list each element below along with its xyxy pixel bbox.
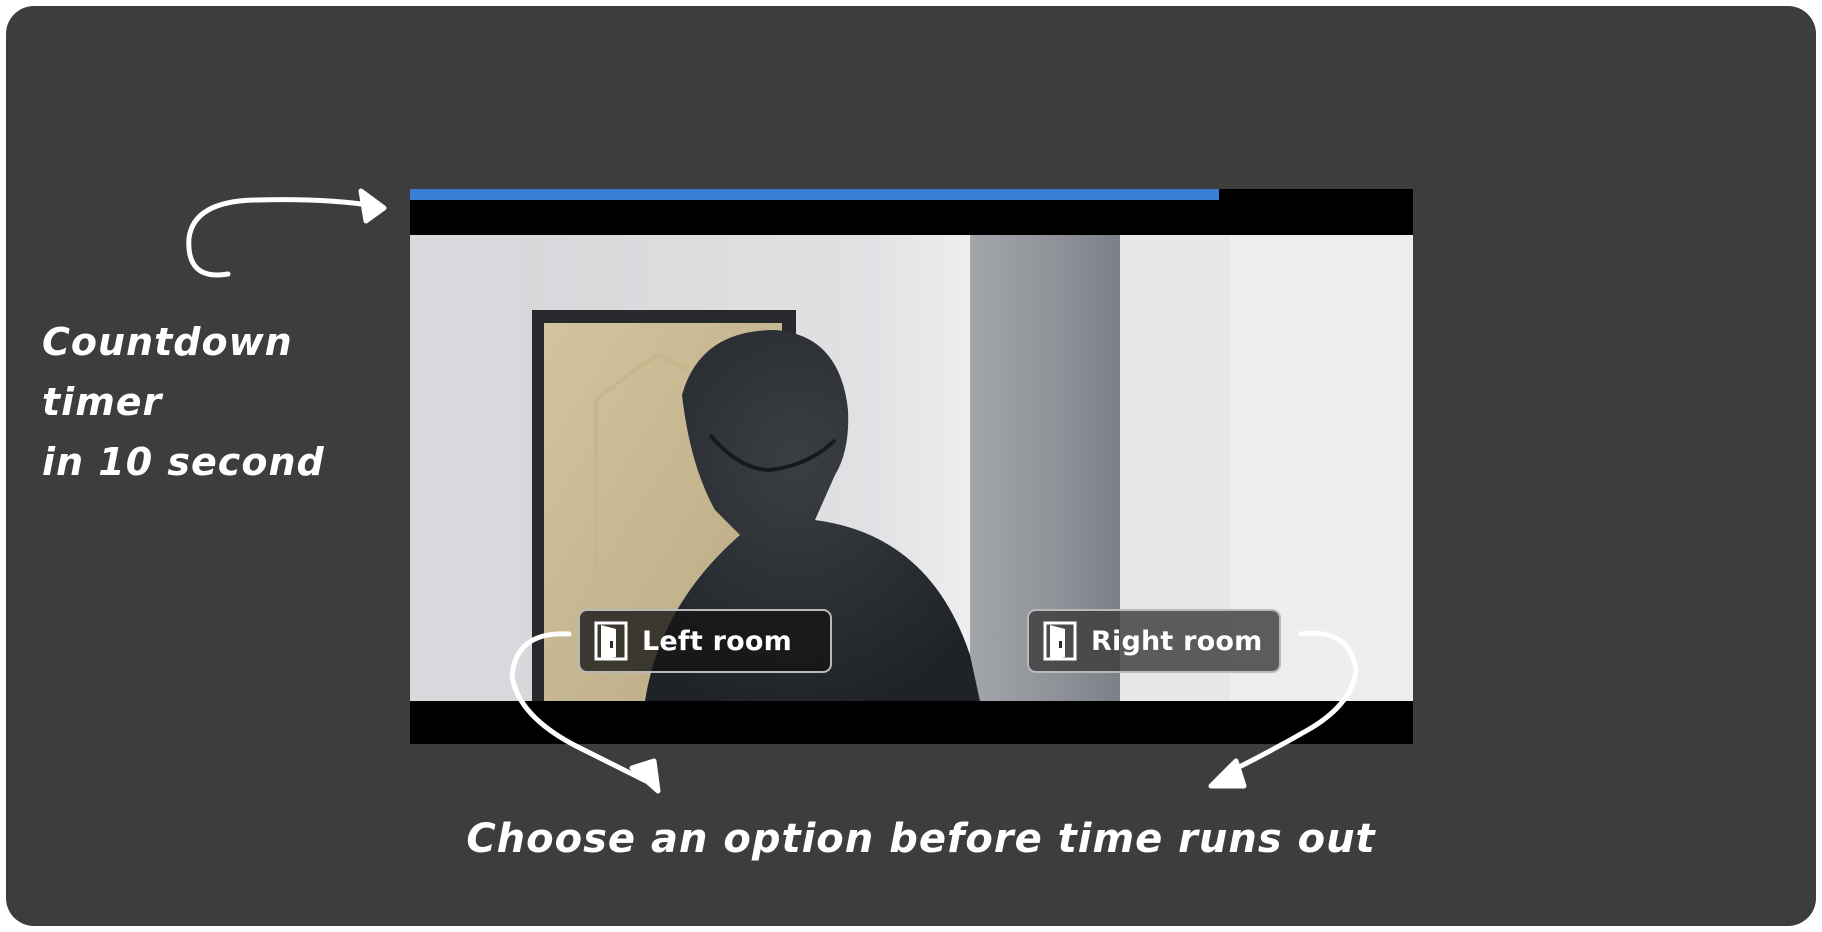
right-room-button[interactable]: Right room	[1027, 609, 1281, 673]
door-icon	[594, 621, 628, 661]
door-icon	[1043, 621, 1077, 661]
right-room-label: Right room	[1091, 625, 1263, 657]
video-player: Left room Right room	[410, 189, 1413, 744]
timer-arrow	[186, 197, 379, 278]
left-room-button[interactable]: Left room	[578, 609, 832, 673]
countdown-timer-bar	[410, 189, 1413, 200]
timer-annotation: Countdown timer in 10 second	[42, 320, 325, 484]
stage: Left room Right room Countdown timer in …	[6, 6, 1816, 926]
countdown-timer-fill	[410, 189, 1220, 200]
choose-annotation: Choose an option before time runs out	[466, 816, 1376, 862]
left-room-label: Left room	[642, 625, 792, 657]
